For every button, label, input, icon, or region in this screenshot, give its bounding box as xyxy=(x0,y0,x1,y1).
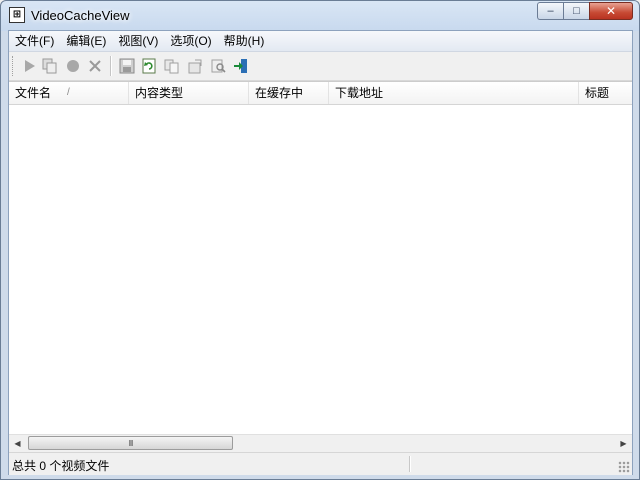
window-title: VideoCacheView xyxy=(31,8,130,23)
copy-files-icon xyxy=(42,58,57,74)
minimize-icon: – xyxy=(547,5,554,17)
scroll-thumb[interactable]: III xyxy=(28,436,233,450)
app-window: ⊞ VideoCacheView – □ ✕ 文件(F) 编辑(E) 视图(V)… xyxy=(0,0,640,480)
close-button[interactable]: ✕ xyxy=(589,2,633,20)
scroll-right-button[interactable]: ▶ xyxy=(615,435,632,452)
menu-options[interactable]: 选项(O) xyxy=(164,31,217,51)
menu-bar: 文件(F) 编辑(E) 视图(V) 选项(O) 帮助(H) xyxy=(9,31,632,52)
video-list[interactable]: 文件名 / 内容类型 在缓存中 下载地址 标题 ◀ III ▶ xyxy=(9,81,632,452)
toolbar-separator xyxy=(110,56,112,76)
minimize-button[interactable]: – xyxy=(537,2,563,20)
title-bar[interactable]: ⊞ VideoCacheView – □ ✕ xyxy=(1,1,639,30)
exit-button[interactable] xyxy=(231,56,251,76)
maximize-icon: □ xyxy=(573,5,580,17)
copy-icon xyxy=(164,59,179,74)
column-filename[interactable]: 文件名 / xyxy=(9,82,129,104)
properties-button[interactable] xyxy=(185,56,205,76)
status-count: 总共 0 个视频文件 xyxy=(12,459,110,473)
column-filename-label: 文件名 xyxy=(15,86,52,100)
menu-view[interactable]: 视图(V) xyxy=(112,31,164,51)
close-icon: ✕ xyxy=(605,4,617,18)
scroll-left-button[interactable]: ◀ xyxy=(9,435,26,452)
menu-file[interactable]: 文件(F) xyxy=(9,31,60,51)
find-icon xyxy=(211,59,226,73)
menu-edit[interactable]: 编辑(E) xyxy=(60,31,112,51)
stop-button[interactable] xyxy=(63,56,83,76)
menu-help[interactable]: 帮助(H) xyxy=(218,31,271,51)
sort-indicator-icon: / xyxy=(67,87,70,98)
play-icon xyxy=(25,60,35,72)
status-bar: 总共 0 个视频文件 xyxy=(9,452,632,475)
maximize-button[interactable]: □ xyxy=(563,2,589,20)
status-divider xyxy=(409,456,411,472)
delete-button[interactable] xyxy=(85,56,105,76)
copy-button[interactable] xyxy=(162,56,182,76)
column-title[interactable]: 标题 xyxy=(579,82,632,104)
resize-grip-icon[interactable] xyxy=(618,461,630,473)
app-icon: ⊞ xyxy=(9,7,25,23)
toolbar-grip xyxy=(12,56,16,76)
save-icon xyxy=(119,58,135,74)
copy-files-button[interactable] xyxy=(40,56,60,76)
stop-icon xyxy=(67,60,79,72)
caption-buttons: – □ ✕ xyxy=(537,2,633,20)
properties-icon xyxy=(188,59,202,74)
column-content-type[interactable]: 内容类型 xyxy=(129,82,249,104)
refresh-button[interactable] xyxy=(139,56,159,76)
toolbar xyxy=(9,52,632,81)
scroll-grip-icon: III xyxy=(128,438,134,448)
play-button[interactable] xyxy=(19,56,39,76)
list-header: 文件名 / 内容类型 在缓存中 下载地址 标题 xyxy=(9,82,632,105)
delete-icon xyxy=(89,60,101,72)
scroll-left-icon: ◀ xyxy=(14,439,21,448)
horizontal-scrollbar[interactable]: ◀ III ▶ xyxy=(9,434,632,452)
scroll-right-icon: ▶ xyxy=(620,439,627,448)
save-button[interactable] xyxy=(117,56,137,76)
refresh-icon xyxy=(142,58,156,74)
exit-icon xyxy=(234,59,247,73)
find-button[interactable] xyxy=(208,56,228,76)
column-in-cache[interactable]: 在缓存中 xyxy=(249,82,329,104)
column-download-url[interactable]: 下载地址 xyxy=(329,82,579,104)
client-area: 文件(F) 编辑(E) 视图(V) 选项(O) 帮助(H) 文件名 / 内容类型… xyxy=(8,30,633,475)
